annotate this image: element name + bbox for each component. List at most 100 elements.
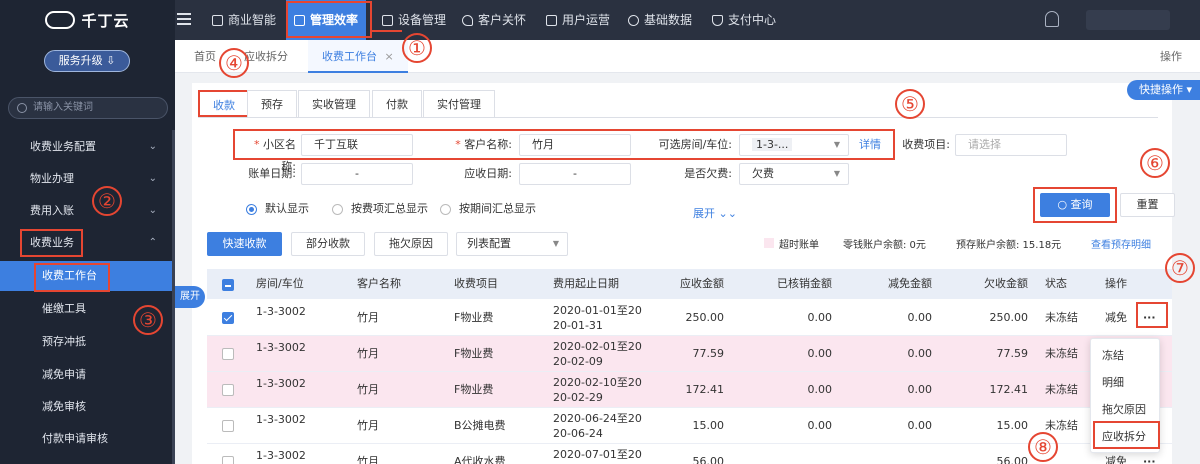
- cell-written-off: 0.00: [807, 383, 833, 396]
- date-line-1: 2020-06-24至20: [553, 412, 642, 425]
- chevron-down-icon: ⌄: [148, 141, 157, 152]
- subtab-paid-mgmt[interactable]: 实付管理: [423, 90, 495, 117]
- cell-room[interactable]: 1-3-3002: [256, 444, 306, 464]
- cell-room[interactable]: 1-3-3002: [256, 408, 306, 444]
- nav-user-operation[interactable]: 用户运营: [546, 0, 610, 40]
- quick-ops-button[interactable]: 快捷操作 ▾: [1127, 80, 1200, 100]
- column-config-label: 列表配置: [467, 237, 511, 250]
- annotation-box-1: [286, 1, 372, 38]
- row-checkbox[interactable]: [222, 312, 234, 324]
- due-date-input[interactable]: -: [519, 163, 631, 185]
- annotation-box-7: [1136, 302, 1168, 328]
- sidebar-menu-property[interactable]: 物业办理 ⌄: [0, 164, 175, 194]
- date-line-2: 20-02-09: [553, 355, 603, 368]
- cell-due: 250.00: [685, 311, 725, 324]
- nav-label: 支付中心: [728, 13, 777, 27]
- nav-label: 商业智能: [228, 13, 277, 27]
- row-waive-link[interactable]: 减免: [1105, 300, 1127, 336]
- search-icon: [17, 103, 27, 113]
- fee-item-select[interactable]: 请选择: [955, 134, 1067, 156]
- menu-item-detail[interactable]: 明细: [1102, 371, 1124, 395]
- radio-label: 默认显示: [265, 202, 309, 215]
- close-icon[interactable]: ×: [385, 50, 394, 63]
- date-line-2: 20-02-29: [553, 391, 603, 404]
- cell-date: 2020-06-24至20 20-06-24: [553, 408, 642, 444]
- prestore-detail-link[interactable]: 查看预存明细: [1091, 236, 1151, 251]
- cell-date: 2020-02-10至20 20-02-29: [553, 372, 642, 408]
- menu-toggle-icon[interactable]: [177, 13, 191, 25]
- cell-customer: 竹月: [357, 383, 379, 396]
- radio-by-item[interactable]: 按费项汇总显示: [332, 201, 428, 217]
- cell-room[interactable]: 1-3-3002: [256, 336, 306, 372]
- expand-filters-link[interactable]: 展开 ⌄⌄: [693, 205, 737, 221]
- sidebar-item-waive-review[interactable]: 减免审核: [0, 392, 175, 422]
- cell-owed: 250.00: [989, 311, 1029, 324]
- arrears-select[interactable]: 欠费 ▼: [739, 163, 849, 185]
- sidebar-search-input[interactable]: 请输入关键词: [8, 97, 168, 119]
- prestore-balance: 预存账户余额: 15.18元: [956, 240, 1062, 251]
- ops-menu[interactable]: 操作: [1160, 40, 1182, 73]
- col-room: 房间/车位: [256, 277, 304, 290]
- cell-item: A代收水费: [454, 455, 506, 464]
- user-menu[interactable]: [1086, 10, 1170, 30]
- row-checkbox[interactable]: [222, 456, 234, 464]
- cell-owed: 77.59: [996, 347, 1029, 360]
- cell-waived: [844, 444, 932, 464]
- menu-item-arrears-reason[interactable]: 拖欠原因: [1102, 398, 1146, 422]
- radio-label: 按期间汇总显示: [459, 202, 536, 215]
- radio-by-period[interactable]: 按期间汇总显示: [440, 201, 536, 217]
- cell-item: F物业费: [454, 383, 494, 396]
- quick-collect-button[interactable]: 快速收款: [207, 232, 282, 256]
- cell-owed: 56.00: [996, 455, 1029, 464]
- cell-waived: 0.00: [907, 383, 933, 396]
- row-checkbox[interactable]: [222, 348, 234, 360]
- subtab-payment[interactable]: 付款: [372, 90, 422, 117]
- cell-waived: 0.00: [907, 347, 933, 360]
- arrears-reason-button[interactable]: 拖欠原因: [374, 232, 448, 256]
- column-config-select[interactable]: 列表配置 ▼: [456, 232, 568, 256]
- bell-icon[interactable]: [1045, 11, 1059, 27]
- menu-item-freeze[interactable]: 冻结: [1102, 344, 1124, 368]
- nav-label: 用户运营: [562, 13, 611, 27]
- cell-room[interactable]: 1-3-3002: [256, 372, 306, 408]
- cell-owed: 172.41: [989, 383, 1029, 396]
- cell-due: 172.41: [685, 383, 725, 396]
- brand-logo[interactable]: 千丁云: [0, 0, 175, 40]
- nav-payment-center[interactable]: 支付中心: [712, 0, 776, 40]
- tab-fee-workbench[interactable]: 收费工作台 ×: [308, 40, 408, 73]
- date-line-1: 2020-02-01至20: [553, 340, 642, 353]
- cell-status: 未冻结: [1045, 311, 1078, 324]
- expand-sidebar-tab[interactable]: 展开: [175, 286, 205, 308]
- sidebar-menu-fee-config[interactable]: 收费业务配置 ⌄: [0, 132, 175, 162]
- sidebar-item-waive-apply[interactable]: 减免申请: [0, 360, 175, 390]
- annotation-box-8: [1093, 421, 1160, 449]
- nav-business-intelligence[interactable]: 商业智能: [212, 0, 276, 40]
- radio-default[interactable]: 默认显示: [246, 201, 309, 217]
- row-checkbox[interactable]: [222, 420, 234, 432]
- partial-collect-button[interactable]: 部分收款: [291, 232, 365, 256]
- nav-customer-care[interactable]: 客户关怀: [462, 0, 526, 40]
- sidebar-item-payment-review[interactable]: 付款申请审核: [0, 424, 175, 454]
- chevron-down-icon: ▼: [833, 169, 840, 178]
- select-all-checkbox[interactable]: [222, 279, 234, 291]
- subtab-prestore[interactable]: 预存: [247, 90, 297, 117]
- reset-button[interactable]: 重置: [1120, 193, 1175, 217]
- nav-basic-data[interactable]: 基础数据: [628, 0, 692, 40]
- row-checkbox[interactable]: [222, 384, 234, 396]
- annotation-marker-6: ⑥: [1140, 148, 1170, 178]
- cell-room[interactable]: 1-3-3002: [256, 300, 306, 336]
- cell-date: 2020-02-01至20 20-02-09: [553, 336, 642, 372]
- subtab-received-mgmt[interactable]: 实收管理: [298, 90, 370, 117]
- upgrade-button[interactable]: 服务升级 ⇩: [44, 50, 130, 72]
- subtab-collect[interactable]: 收款: [198, 90, 250, 117]
- annotation-marker-3: ③: [133, 305, 163, 335]
- cell-date: 2020-07-01至20: [553, 444, 642, 464]
- annotation-marker-2: ②: [92, 186, 122, 216]
- bill-date-input[interactable]: -: [301, 163, 413, 185]
- menu-label: 费用入账: [30, 204, 74, 217]
- brand-name: 千丁云: [81, 11, 130, 30]
- cell-waived: 0.00: [907, 311, 933, 324]
- sidebar-menu-fee-entry[interactable]: 费用入账 ⌄: [0, 196, 175, 226]
- tab-label: 收费工作台: [322, 50, 377, 63]
- radio-dot: [332, 203, 343, 215]
